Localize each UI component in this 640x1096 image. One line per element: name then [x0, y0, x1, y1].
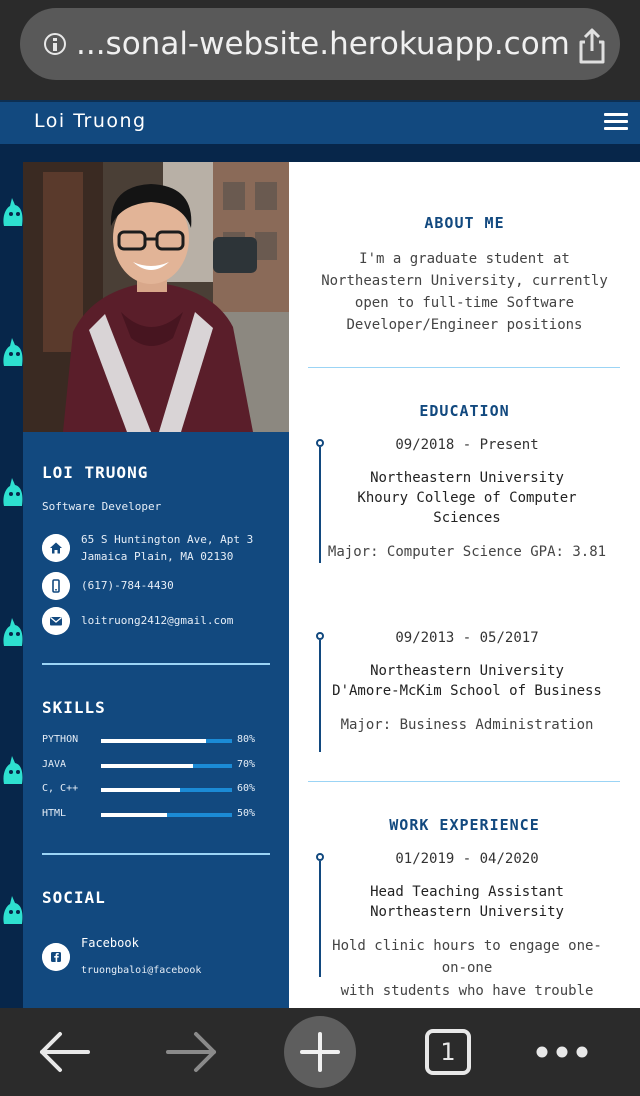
contact-address: 65 S Huntington Ave, Apt 3 Jamaica Plain…: [42, 533, 282, 568]
education-school: Northeastern University: [370, 470, 564, 486]
skill-bar-fill: [101, 813, 167, 817]
timeline-dot: [316, 853, 324, 861]
contact-phone: (617)-784-4430: [42, 572, 282, 600]
timeline-line: [319, 447, 321, 563]
work-detail-line-2: with students who have trouble: [340, 983, 594, 999]
tabs-button[interactable]: 1: [412, 1016, 484, 1088]
timeline-line: [319, 861, 321, 977]
skill-percent: 80%: [237, 734, 256, 745]
phone-icon: [42, 572, 70, 600]
skill-percent: 70%: [237, 759, 256, 770]
education-college: Khoury College of Computer Sciences: [357, 490, 577, 526]
social-title: SOCIAL: [42, 888, 106, 907]
timeline-line: [319, 640, 321, 752]
hamburger-menu-icon[interactable]: [604, 113, 628, 131]
skill-percent: 50%: [237, 808, 256, 819]
contact-email: loitruong2412@gmail.com: [42, 607, 282, 635]
timeline-dot: [316, 439, 324, 447]
sidebar-divider: [42, 663, 270, 665]
work-detail-line-1: Hold clinic hours to engage one-on-one: [332, 938, 602, 976]
skill-name: PYTHON: [42, 734, 79, 745]
home-icon: [42, 534, 70, 562]
forward-arrow-icon[interactable]: [156, 1016, 228, 1088]
url-field[interactable]: ...sonal-website.herokuapp.com: [20, 8, 620, 80]
skill-name: JAVA: [42, 759, 67, 770]
skill-bar: [101, 764, 232, 768]
resume-content: ABOUT ME I'm a graduate student at North…: [289, 162, 640, 1008]
browser-address-bar: ...sonal-website.herokuapp.com: [0, 0, 640, 100]
info-icon[interactable]: [44, 33, 66, 55]
facebook-handle[interactable]: truongbaloi@facebook: [81, 965, 201, 976]
address-line-2: Jamaica Plain, MA 02130: [81, 550, 234, 563]
skill-bar-fill: [101, 739, 206, 743]
education-detail: Major: Business Administration: [340, 717, 594, 733]
cat-ears-decoration-icon: [3, 478, 23, 506]
skill-bar-fill: [101, 788, 180, 792]
cat-ears-decoration-icon: [3, 198, 23, 226]
education-college: D'Amore-McKim School of Business: [332, 683, 602, 699]
skills-title: SKILLS: [42, 698, 106, 717]
new-tab-plus-icon[interactable]: [284, 1016, 356, 1088]
site-brand-link[interactable]: Loi Truong: [34, 110, 147, 132]
more-dots-icon[interactable]: [526, 1016, 598, 1088]
profile-role: Software Developer: [42, 500, 162, 513]
work-company: Northeastern University: [370, 904, 564, 920]
phone-number[interactable]: (617)-784-4430: [81, 577, 174, 594]
skill-row-python: PYTHON 80%: [42, 734, 270, 748]
education-title: EDUCATION: [419, 402, 510, 420]
cat-ears-decoration-icon: [3, 896, 23, 924]
skill-bar: [101, 739, 232, 743]
timeline-dot: [316, 632, 324, 640]
skill-percent: 60%: [237, 783, 256, 794]
envelope-icon: [42, 607, 70, 635]
education-date: 09/2018 - Present: [395, 437, 539, 453]
skill-bar: [101, 788, 232, 792]
site-navbar: Loi Truong: [0, 100, 640, 144]
skill-name: C, C++: [42, 783, 79, 794]
facebook-link[interactable]: Facebook: [81, 936, 139, 950]
profile-sidebar: LOI TRUONG Software Developer 65 S Hunti…: [23, 162, 289, 1008]
share-icon[interactable]: [572, 26, 612, 66]
url-text[interactable]: ...sonal-website.herokuapp.com: [76, 22, 576, 66]
sidebar-divider: [42, 853, 270, 855]
skill-name: HTML: [42, 808, 67, 819]
back-arrow-icon[interactable]: [28, 1016, 100, 1088]
profile-name: LOI TRUONG: [42, 463, 149, 482]
education-school: Northeastern University: [370, 663, 564, 679]
education-detail: Major: Computer Science GPA: 3.81: [327, 544, 607, 560]
address-line-1: 65 S Huntington Ave, Apt 3: [81, 533, 254, 546]
facebook-icon[interactable]: [42, 943, 70, 971]
cat-ears-decoration-icon: [3, 338, 23, 366]
skill-row-c: C, C++ 60%: [42, 783, 270, 797]
skill-bar: [101, 813, 232, 817]
education-date: 09/2013 - 05/2017: [395, 630, 539, 646]
profile-photo: [23, 162, 289, 432]
about-title: ABOUT ME: [424, 214, 505, 232]
work-date: 01/2019 - 04/2020: [395, 851, 539, 867]
section-divider: [308, 367, 620, 368]
skill-bar-fill: [101, 764, 193, 768]
work-title: WORK EXPERIENCE: [389, 816, 540, 834]
skill-row-html: HTML 50%: [42, 808, 270, 822]
cat-ears-decoration-icon: [3, 756, 23, 784]
about-text: I'm a graduate student at Northeastern U…: [321, 251, 608, 333]
email-address[interactable]: loitruong2412@gmail.com: [81, 612, 233, 629]
tab-count: 1: [440, 1038, 456, 1066]
cat-ears-decoration-icon: [3, 618, 23, 646]
section-divider: [308, 781, 620, 782]
work-position: Head Teaching Assistant: [370, 884, 564, 900]
browser-toolbar: 1: [0, 1008, 640, 1096]
skill-row-java: JAVA 70%: [42, 759, 270, 773]
